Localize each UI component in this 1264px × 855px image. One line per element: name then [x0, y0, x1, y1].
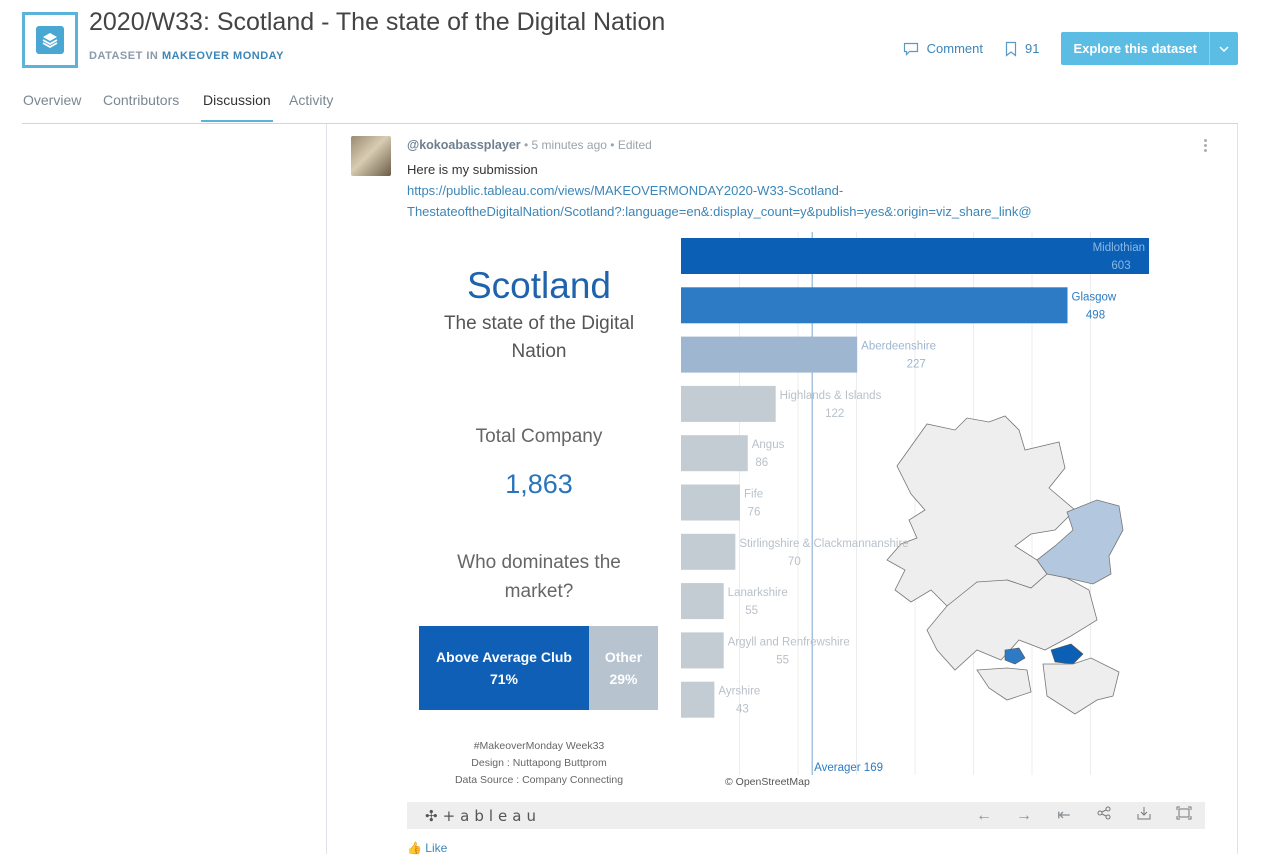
explore-dropdown-button[interactable]	[1209, 32, 1238, 65]
bar-argyll-and-renfrewshire[interactable]	[681, 632, 724, 669]
chevron-down-icon	[1219, 45, 1229, 52]
map-southwest	[976, 667, 1032, 701]
bar-lanarkshire[interactable]	[681, 583, 724, 620]
avatar[interactable]	[351, 136, 391, 176]
bar-category-label: Midlothian	[1093, 242, 1145, 254]
tab-contributors[interactable]: Contributors	[103, 92, 179, 120]
like-button[interactable]: 👍 Like	[407, 841, 447, 855]
bar-value-label: 227	[907, 359, 926, 371]
bar-category-label: Fife	[744, 489, 763, 501]
more-options-icon[interactable]	[1201, 139, 1209, 155]
bookmark-icon	[1005, 41, 1017, 57]
bar-fife[interactable]	[681, 484, 740, 521]
bar-category-label: Ayrshire	[718, 686, 760, 698]
bookmark-button[interactable]: 91	[1005, 41, 1039, 57]
bar-category-label: Aberdeenshire	[861, 341, 936, 353]
comment-label: Comment	[926, 41, 983, 56]
map-credit: © OpenStreetMap	[725, 776, 810, 788]
bar-stirlingshire-clackmannanshire[interactable]	[681, 533, 736, 570]
comment-icon	[903, 42, 918, 56]
bar-value-label: 55	[776, 654, 789, 666]
bar-value-label: 70	[788, 556, 801, 568]
tab-bar: Overview Contributors Discussion Activit…	[22, 88, 1238, 124]
bar-ayrshire[interactable]	[681, 681, 715, 718]
average-label: Averager 169	[814, 762, 883, 774]
bar-glasgow[interactable]	[681, 287, 1068, 324]
tab-discussion[interactable]: Discussion	[201, 92, 273, 122]
tab-overview[interactable]: Overview	[23, 92, 81, 120]
undo-icon[interactable]: ←	[974, 806, 994, 826]
tableau-logo-text: +ableau	[442, 807, 541, 825]
tab-activity[interactable]: Activity	[289, 92, 333, 120]
bar-value-label: 498	[1086, 309, 1105, 321]
post-url-line1[interactable]: https://public.tableau.com/views/MAKEOVE…	[407, 183, 843, 198]
post-message: Here is my submission	[407, 162, 538, 177]
bar-highlands-islands[interactable]	[681, 385, 776, 422]
post-username[interactable]: @kokoabassplayer	[407, 138, 521, 152]
redo-icon[interactable]: →	[1014, 806, 1034, 826]
region-bar-chart: Averager 169 © OpenStreetMap Midlothian 6…	[681, 232, 1149, 788]
meta-separator: •	[523, 138, 532, 152]
dataset-icon	[22, 12, 78, 68]
header-actions: Comment 91 Explore this dataset	[903, 32, 1238, 65]
explore-dataset-button[interactable]: Explore this dataset	[1061, 32, 1238, 65]
explore-label: Explore this dataset	[1073, 41, 1197, 56]
tableau-toolbar: ✣+ableau ← → ⇤	[407, 802, 1205, 829]
bar-category-label: Stirlingshire & Clackmannanshire	[739, 538, 908, 550]
tableau-logo: ✣+ableau	[425, 807, 541, 825]
fullscreen-icon[interactable]	[1174, 806, 1194, 826]
map-glasgow	[1004, 647, 1026, 665]
subtitle-prefix: DATASET IN	[89, 50, 162, 62]
bar-category-label: Glasgow	[1072, 291, 1117, 303]
download-icon[interactable]	[1134, 806, 1154, 826]
bookmark-count: 91	[1024, 41, 1040, 56]
share-icon[interactable]	[1094, 806, 1114, 826]
bar-category-label: Highlands & Islands	[780, 390, 882, 402]
bar-category-label: Angus	[752, 439, 785, 451]
scotland-map	[886, 415, 1124, 715]
like-label: Like	[425, 841, 448, 855]
like-icon: 👍	[407, 841, 426, 855]
makeover-monday-link[interactable]: MAKEOVER MONDAY	[162, 50, 284, 62]
bar-value-label: 76	[748, 507, 761, 519]
bar-value-label: 55	[745, 605, 758, 617]
tableau-viz[interactable]: Scotland The state of the Digital Nation…	[407, 230, 1205, 802]
bar-angus[interactable]	[681, 435, 748, 472]
bar-category-label: Lanarkshire	[728, 587, 788, 599]
post-edited: Edited	[617, 138, 652, 152]
bar-value-label: 43	[736, 704, 749, 716]
comment-button[interactable]: Comment	[903, 41, 983, 56]
bar-aberdeenshire[interactable]	[681, 336, 858, 373]
map-south	[1042, 657, 1120, 715]
bar-category-label: Argyll and Renfrewshire	[728, 636, 850, 648]
bar-midlothian[interactable]	[681, 238, 1149, 274]
post-url-line2[interactable]: ThestateoftheDigitalNation/Scotland?:lan…	[407, 204, 1032, 219]
page-title: 2020/W33: Scotland - The state of the Di…	[89, 8, 666, 36]
revert-icon[interactable]: ⇤	[1054, 806, 1074, 826]
bar-value-label: 86	[755, 457, 768, 469]
bar-value-label: 122	[825, 408, 844, 420]
meta-separator: •	[610, 138, 618, 152]
map-midlothian	[1050, 643, 1084, 665]
post-time: 5 minutes ago	[531, 138, 607, 152]
post-meta: @kokoabassplayer • 5 minutes ago • Edite…	[407, 138, 652, 152]
bar-value-label: 603	[1111, 260, 1130, 272]
dataset-subtitle: DATASET IN MAKEOVER MONDAY	[89, 50, 284, 62]
